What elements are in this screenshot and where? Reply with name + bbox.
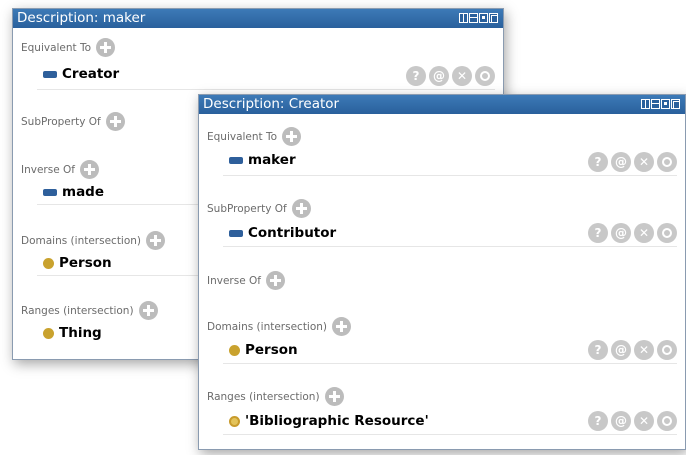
class-icon — [229, 344, 240, 356]
description-panel-creator: Description: Creator Equivalent To maker… — [198, 94, 686, 450]
delete-button[interactable]: ✕ — [634, 223, 654, 243]
annotate-button[interactable]: @ — [611, 411, 631, 431]
class-icon — [229, 415, 240, 427]
object-property-icon — [229, 156, 243, 164]
close-view-icon[interactable] — [671, 99, 680, 109]
object-property-icon — [43, 70, 57, 78]
entry-bibliographic-resource[interactable]: 'Bibliographic Resource' — [229, 413, 429, 429]
entry-label: Person — [245, 342, 298, 358]
entry-label: Contributor — [248, 225, 337, 241]
section-label: Inverse Of — [207, 274, 261, 287]
section-label: Inverse Of — [21, 163, 75, 176]
divider — [37, 89, 495, 90]
entry-creator[interactable]: Creator — [43, 66, 119, 82]
add-inverse-button[interactable] — [79, 160, 99, 179]
add-subproperty-button[interactable] — [105, 112, 125, 131]
edit-button[interactable] — [475, 66, 495, 86]
entry-label: maker — [248, 152, 296, 168]
divider — [223, 246, 677, 247]
divider — [223, 363, 677, 364]
entry-label: made — [62, 184, 104, 200]
entry-actions: ? @ ✕ — [588, 340, 677, 360]
entry-person[interactable]: Person — [229, 342, 298, 358]
section-label: Ranges (intersection) — [207, 390, 320, 403]
float-window-icon[interactable] — [661, 99, 670, 109]
close-view-icon[interactable] — [489, 13, 498, 23]
class-icon — [43, 257, 54, 269]
entry-person[interactable]: Person — [43, 255, 112, 271]
section-label: Domains (intersection) — [207, 320, 328, 333]
help-button[interactable]: ? — [588, 152, 608, 172]
float-window-icon[interactable] — [479, 13, 488, 23]
add-domain-button[interactable] — [146, 231, 166, 250]
section-label: Equivalent To — [21, 41, 92, 54]
section-label: SubProperty Of — [207, 202, 287, 215]
delete-button[interactable]: ✕ — [452, 66, 472, 86]
horizontal-split-icon[interactable] — [469, 13, 478, 23]
divider — [223, 175, 677, 176]
window-controls — [641, 99, 680, 109]
help-button[interactable]: ? — [406, 66, 426, 86]
section-label: SubProperty Of — [21, 115, 101, 128]
entry-label: 'Bibliographic Resource' — [245, 413, 429, 429]
panel-title-bar[interactable]: Description: Creator — [199, 95, 685, 114]
entry-made[interactable]: made — [43, 184, 104, 200]
panel-title: Description: Creator — [203, 96, 340, 112]
entry-thing[interactable]: Thing — [43, 325, 102, 341]
annotate-button[interactable]: @ — [611, 340, 631, 360]
add-equivalent-button[interactable] — [282, 127, 302, 146]
entry-maker[interactable]: maker — [229, 152, 296, 168]
section-label: Domains (intersection) — [21, 234, 142, 247]
annotate-button[interactable]: @ — [611, 223, 631, 243]
horizontal-split-icon[interactable] — [651, 99, 660, 109]
entry-actions: ? @ ✕ — [588, 411, 677, 431]
object-property-icon — [229, 229, 243, 237]
entry-contributor[interactable]: Contributor — [229, 225, 336, 241]
section-label: Ranges (intersection) — [21, 304, 134, 317]
annotate-button[interactable]: @ — [611, 152, 631, 172]
edit-button[interactable] — [657, 152, 677, 172]
delete-button[interactable]: ✕ — [634, 340, 654, 360]
add-range-button[interactable] — [138, 301, 158, 320]
object-property-icon — [43, 188, 57, 196]
entry-label: Thing — [59, 325, 102, 341]
help-button[interactable]: ? — [588, 340, 608, 360]
panel-title-bar[interactable]: Description: maker — [13, 9, 503, 28]
section-label: Equivalent To — [207, 130, 278, 143]
entry-label: Person — [59, 255, 112, 271]
add-range-button[interactable] — [324, 387, 344, 406]
entry-actions: ? @ ✕ — [588, 223, 677, 243]
entry-label: Creator — [62, 66, 120, 82]
help-button[interactable]: ? — [588, 223, 608, 243]
delete-button[interactable]: ✕ — [634, 411, 654, 431]
split-view-icon[interactable] — [459, 13, 468, 23]
entry-actions: ? @ ✕ — [588, 152, 677, 172]
panel-title: Description: maker — [17, 10, 146, 26]
entry-actions: ? @ ✕ — [406, 66, 495, 86]
class-icon — [43, 327, 54, 339]
add-domain-button[interactable] — [332, 317, 352, 336]
edit-button[interactable] — [657, 411, 677, 431]
add-equivalent-button[interactable] — [96, 38, 116, 57]
help-button[interactable]: ? — [588, 411, 608, 431]
edit-button[interactable] — [657, 340, 677, 360]
add-inverse-button[interactable] — [265, 271, 285, 290]
window-controls — [459, 13, 498, 23]
delete-button[interactable]: ✕ — [634, 152, 654, 172]
split-view-icon[interactable] — [641, 99, 650, 109]
add-subproperty-button[interactable] — [291, 199, 311, 218]
annotate-button[interactable]: @ — [429, 66, 449, 86]
divider — [223, 434, 677, 435]
edit-button[interactable] — [657, 223, 677, 243]
